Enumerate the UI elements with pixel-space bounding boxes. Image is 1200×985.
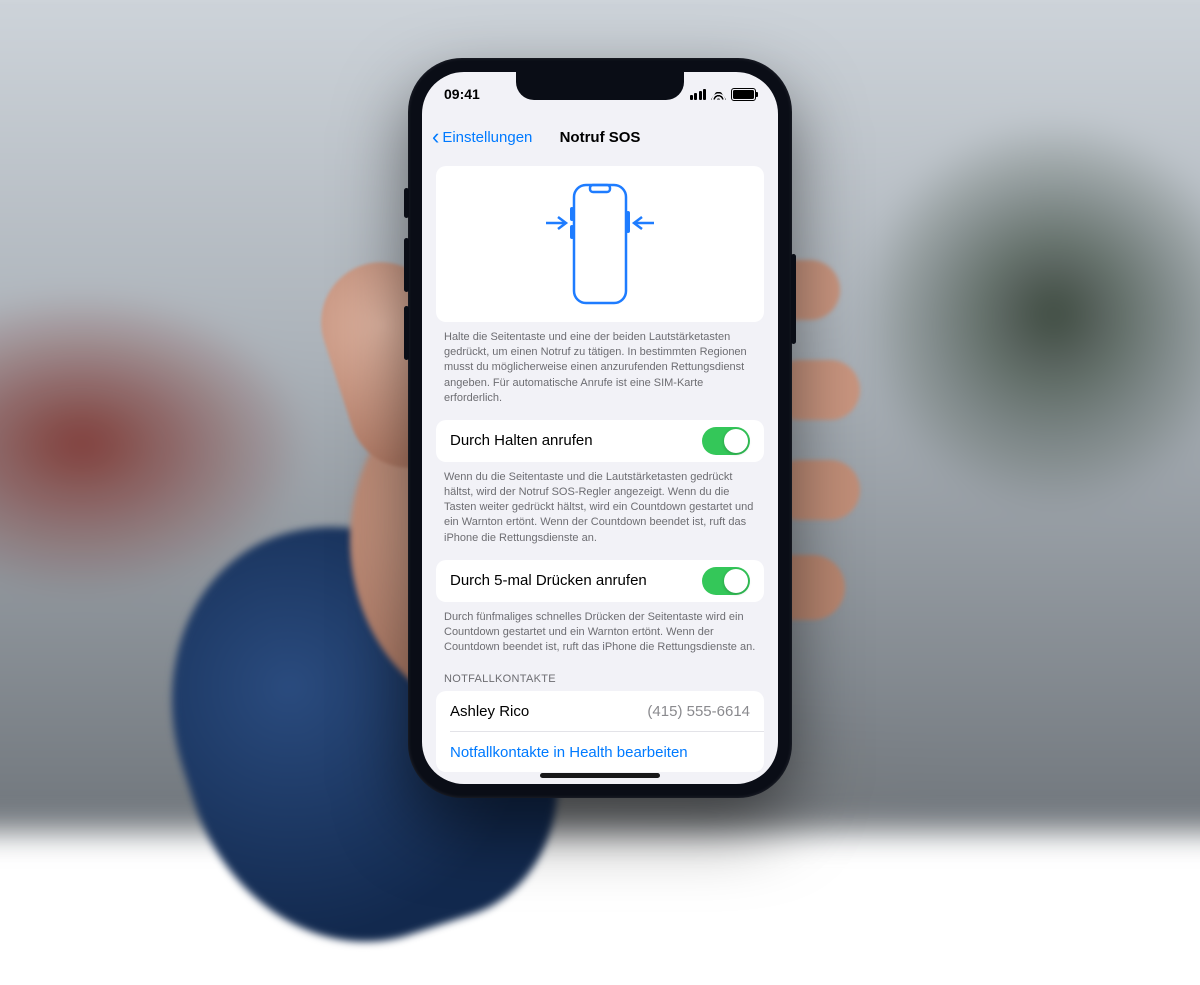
emergency-contacts-group: Ashley Rico (415) 555-6614 Notfallkontak… (436, 691, 764, 772)
edit-contacts-row[interactable]: Notfallkontakte in Health bearbeiten (436, 732, 764, 772)
hero-footer-text: Halte die Seitentaste und eine der beide… (436, 322, 764, 420)
call-with-hold-toggle[interactable] (702, 427, 750, 455)
call-with-hold-row[interactable]: Durch Halten anrufen (436, 420, 764, 462)
row-label: Durch Halten anrufen (450, 432, 593, 449)
volume-down-button (404, 306, 409, 360)
nav-bar: ‹ Einstellungen Notruf SOS (422, 116, 778, 158)
call-with-5-press-row[interactable]: Durch 5-mal Drücken anrufen (436, 560, 764, 602)
call-with-5-press-toggle[interactable] (702, 567, 750, 595)
instruction-illustration (436, 166, 764, 322)
emergency-contacts-header: NOTFALLKONTAKTE (436, 669, 764, 691)
back-label: Einstellungen (442, 129, 532, 146)
mute-switch (404, 188, 409, 218)
call-with-hold-footer: Wenn du die Seitentaste und die Lautstär… (436, 462, 764, 560)
phone-screen: 09:41 ‹ Einstellungen Notruf SOS (422, 72, 778, 784)
side-button (791, 254, 796, 344)
contact-name: Ashley Rico (450, 703, 529, 720)
status-time: 09:41 (444, 86, 480, 102)
row-label: Durch 5-mal Drücken anrufen (450, 572, 647, 589)
emergency-contact-row[interactable]: Ashley Rico (415) 555-6614 (436, 691, 764, 731)
battery-icon (731, 88, 756, 101)
home-indicator[interactable] (540, 773, 660, 778)
back-button[interactable]: ‹ Einstellungen (422, 126, 532, 148)
chevron-left-icon: ‹ (432, 126, 439, 148)
display-notch (516, 72, 684, 100)
call-with-5-press-footer: Durch fünfmaliges schnelles Drücken der … (436, 602, 764, 670)
phone-body: 09:41 ‹ Einstellungen Notruf SOS (408, 58, 792, 798)
contact-phone: (415) 555-6614 (647, 703, 750, 720)
edit-contacts-link: Notfallkontakte in Health bearbeiten (450, 744, 688, 761)
settings-content[interactable]: Halte die Seitentaste und eine der beide… (422, 158, 778, 784)
wifi-icon (711, 89, 726, 100)
volume-up-button (404, 238, 409, 292)
cellular-signal-icon (690, 89, 707, 100)
phone-squeeze-icon (540, 179, 660, 309)
